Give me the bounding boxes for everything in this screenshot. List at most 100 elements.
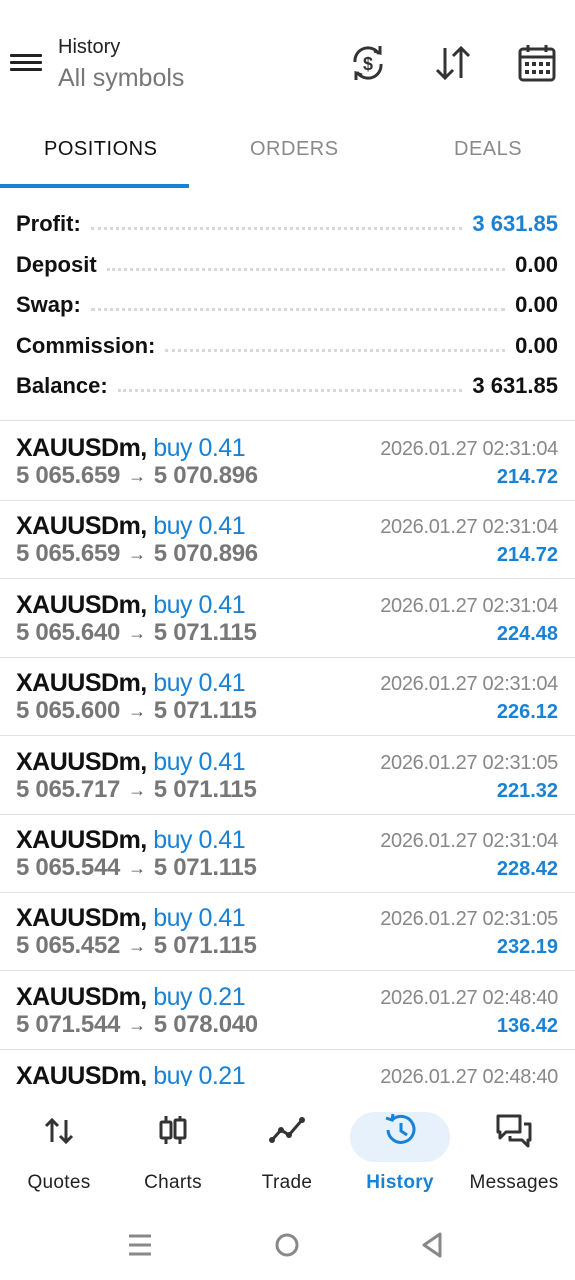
tab-orders[interactable]: ORDERS xyxy=(250,138,339,161)
page-title: History xyxy=(58,36,121,58)
deal-symbol: XAUUSDm, xyxy=(16,434,147,462)
history-tabs: POSITIONS ORDERS DEALS xyxy=(0,120,575,188)
nav-label: Trade xyxy=(261,1172,313,1193)
list-item[interactable]: XAUUSDm, buy 0.41 5 065.659 → 5 070.896 20… xyxy=(0,500,575,579)
deal-close-price: 5 071.115 xyxy=(153,697,257,724)
bottom-navigation: Quotes Charts Trade History Messages xyxy=(0,1086,575,1210)
deal-symbol: XAUUSDm, xyxy=(16,669,147,697)
deal-profit: 136.42 xyxy=(496,1015,558,1037)
deal-time: 2026.01.27 02:48:40 xyxy=(380,987,558,1009)
arrow-right-icon: → xyxy=(128,780,146,800)
history-clock-icon xyxy=(385,1113,416,1144)
deal-time: 2026.01.27 02:48:40 xyxy=(380,1066,558,1086)
active-tab-indicator xyxy=(0,184,189,188)
back-icon[interactable] xyxy=(413,1228,453,1262)
tab-positions[interactable]: POSITIONS xyxy=(44,138,157,161)
deal-close-price: 5 070.896 xyxy=(153,540,258,567)
list-item[interactable]: XAUUSDm, buy 0.41 5 065.544 → 5 071.115 20… xyxy=(0,814,575,893)
list-item[interactable]: XAUUSDm, buy 0.41 5 065.640 → 5 071.115 20… xyxy=(0,579,575,658)
dot-leader xyxy=(117,388,463,392)
dot-leader xyxy=(165,348,506,352)
system-navigation-bar xyxy=(0,1210,575,1280)
list-item[interactable]: XAUUSDm, buy 0.41 5 065.600 → 5 071.115 20… xyxy=(0,657,575,736)
deal-profit: 221.32 xyxy=(496,780,558,802)
nav-charts[interactable]: Charts xyxy=(116,1106,230,1196)
deal-profit: 224.48 xyxy=(496,623,558,645)
summary-value: 0.00 xyxy=(515,292,558,317)
calendar-icon[interactable] xyxy=(516,42,558,84)
deal-open-price: 5 065.600 xyxy=(16,697,121,724)
deal-open-price: 5 065.640 xyxy=(16,619,121,646)
summary-row-balance: Balance: 3 631.85 xyxy=(16,366,558,406)
deal-type: buy 0.41 xyxy=(153,748,246,776)
deal-symbol: XAUUSDm, xyxy=(16,591,147,619)
deal-time: 2026.01.27 02:31:04 xyxy=(380,438,558,460)
arrow-right-icon: → xyxy=(128,466,146,486)
deal-symbol: XAUUSDm, xyxy=(16,826,147,854)
nav-label: History xyxy=(366,1172,434,1193)
summary-row-swap: Swap: 0.00 xyxy=(16,285,558,325)
arrow-right-icon: → xyxy=(128,858,146,878)
symbol-filter[interactable]: All symbols xyxy=(58,64,184,93)
summary-label: Swap: xyxy=(16,292,81,317)
nav-messages[interactable]: Messages xyxy=(457,1106,571,1196)
deal-close-price: 5 071.115 xyxy=(153,776,257,803)
arrow-right-icon: → xyxy=(128,701,146,721)
arrow-right-icon: → xyxy=(128,936,146,956)
currency-exchange-icon[interactable]: $ xyxy=(347,42,389,84)
deal-type: buy 0.41 xyxy=(153,512,246,540)
deal-close-price: 5 071.115 xyxy=(153,932,257,959)
deal-profit: 228.42 xyxy=(496,858,558,880)
nav-label: Quotes xyxy=(27,1172,91,1193)
home-icon[interactable] xyxy=(267,1228,307,1262)
deal-open-price: 5 071.544 xyxy=(16,1011,121,1038)
nav-history[interactable]: History xyxy=(343,1106,457,1196)
summary-value: 0.00 xyxy=(515,333,558,358)
deal-symbol: XAUUSDm, xyxy=(16,748,147,776)
deal-type: buy 0.41 xyxy=(153,669,246,697)
deal-close-price: 5 070.896 xyxy=(153,462,258,489)
dot-leader xyxy=(90,226,463,230)
deal-type: buy 0.21 xyxy=(153,983,246,1011)
deal-profit: 232.19 xyxy=(496,936,558,958)
quotes-arrows-icon xyxy=(44,1117,74,1145)
summary-label: Balance: xyxy=(16,373,108,398)
deal-type: buy 0.21 xyxy=(153,1062,246,1086)
deal-open-price: 5 065.544 xyxy=(16,854,121,881)
deal-time: 2026.01.27 02:31:04 xyxy=(380,673,558,695)
divider xyxy=(0,420,575,421)
trend-line-icon xyxy=(269,1117,305,1143)
deal-open-price: 5 065.659 xyxy=(16,540,121,567)
list-item[interactable]: XAUUSDm, buy 0.41 5 065.452 → 5 071.115 20… xyxy=(0,892,575,971)
deal-time: 2026.01.27 02:31:05 xyxy=(380,908,558,930)
deal-time: 2026.01.27 02:31:04 xyxy=(380,830,558,852)
deal-type: buy 0.41 xyxy=(153,826,246,854)
menu-icon[interactable] xyxy=(10,50,42,78)
list-item[interactable]: XAUUSDm, buy 0.41 5 065.717 → 5 071.115 20… xyxy=(0,736,575,815)
summary-value: 3 631.85 xyxy=(472,211,558,236)
arrow-right-icon: → xyxy=(128,544,146,564)
nav-quotes[interactable]: Quotes xyxy=(2,1106,116,1196)
deal-close-price: 5 078.040 xyxy=(153,1011,258,1038)
deal-symbol: XAUUSDm, xyxy=(16,983,147,1011)
positions-list[interactable]: XAUUSDm, buy 0.41 5 065.659 → 5 070.896 20… xyxy=(0,422,575,1086)
list-item[interactable]: XAUUSDm, buy 0.41 5 065.659 → 5 070.896 20… xyxy=(0,422,575,501)
summary-row-profit: Profit: 3 631.85 xyxy=(16,204,558,244)
recent-apps-icon[interactable] xyxy=(120,1228,160,1262)
dot-leader xyxy=(106,267,506,271)
nav-trade[interactable]: Trade xyxy=(230,1106,344,1196)
deal-symbol: XAUUSDm, xyxy=(16,904,147,932)
arrow-right-icon: → xyxy=(128,623,146,643)
deal-symbol: XAUUSDm, xyxy=(16,1062,147,1086)
list-item[interactable]: XAUUSDm, buy 0.21 5 071.544 → 5 078.040 20… xyxy=(0,971,575,1050)
tab-deals[interactable]: DEALS xyxy=(454,138,522,161)
deal-time: 2026.01.27 02:31:05 xyxy=(380,752,558,774)
summary-row-deposit: Deposit 0.00 xyxy=(16,245,558,285)
deal-close-price: 5 071.115 xyxy=(153,619,257,646)
summary-value: 0.00 xyxy=(515,252,558,277)
svg-text:$: $ xyxy=(363,54,373,74)
sort-icon[interactable] xyxy=(432,42,474,84)
list-item[interactable]: XAUUSDm, buy 0.21 2026.01.27 02:48:40 xyxy=(0,1050,575,1086)
deal-profit: 214.72 xyxy=(496,466,558,488)
deal-profit: 214.72 xyxy=(496,544,558,566)
